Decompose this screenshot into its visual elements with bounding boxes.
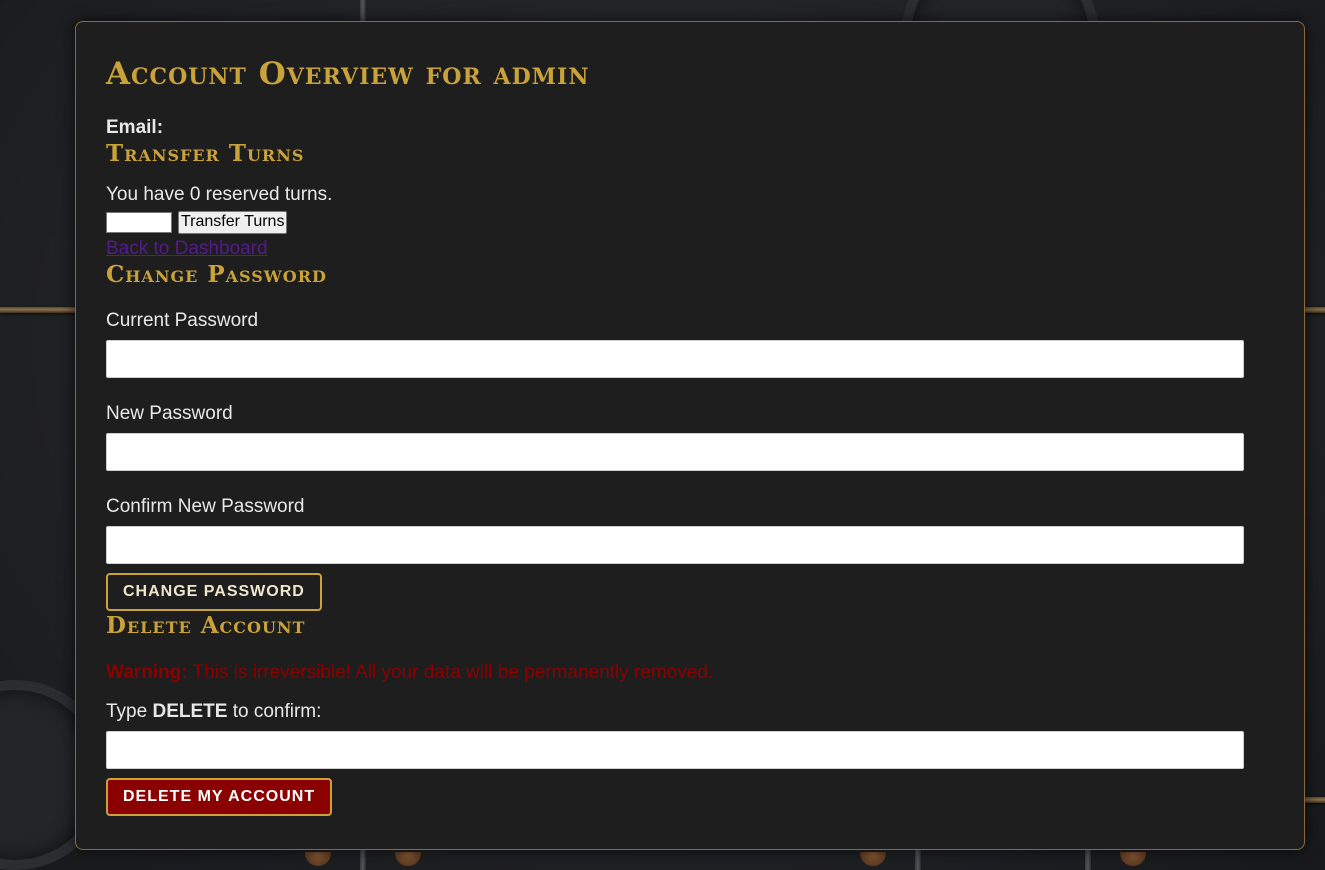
transfer-turns-button[interactable]: Transfer Turns — [178, 210, 288, 234]
confirm-prefix: Type — [106, 701, 153, 722]
background-rivet — [1120, 852, 1146, 866]
current-password-field[interactable] — [106, 340, 1244, 378]
delete-confirm-label: Type DELETE to confirm: — [106, 701, 1274, 723]
current-password-label: Current Password — [106, 310, 259, 331]
warning-text: This is irreversible! All your data will… — [187, 662, 714, 683]
confirm-keyword: DELETE — [152, 701, 228, 722]
delete-account-button[interactable]: Delete My Account — [106, 778, 333, 816]
new-password-field[interactable] — [106, 433, 1244, 471]
email-label: Email: — [106, 117, 164, 138]
background-rivet — [860, 852, 886, 866]
transfer-turns-form: Transfer Turns — [106, 209, 1274, 235]
background-rivet — [395, 852, 421, 866]
background-rivet — [305, 852, 331, 866]
delete-warning: Warning: This is irreversible! All your … — [106, 661, 1274, 685]
back-to-dashboard-link[interactable]: Back to Dashboard — [106, 238, 1274, 260]
account-panel: Account Overview for admin Email: Transf… — [75, 21, 1305, 850]
delete-account-heading: Delete Account — [106, 612, 306, 639]
confirm-password-field[interactable] — [106, 526, 1244, 564]
change-password-button[interactable]: Change Password — [106, 573, 322, 611]
reserved-turns-text: You have 0 reserved turns. — [106, 184, 333, 205]
change-password-heading: Change Password — [106, 261, 327, 288]
confirm-suffix: to confirm: — [227, 701, 322, 722]
confirm-password-label: Confirm New Password — [106, 496, 305, 517]
warning-prefix: Warning: — [106, 662, 188, 683]
transfer-turns-input[interactable] — [106, 211, 172, 233]
page-title: Account Overview for admin — [106, 56, 590, 92]
delete-confirm-field[interactable] — [106, 731, 1244, 769]
new-password-label: New Password — [106, 403, 233, 424]
transfer-turns-heading: Transfer Turns — [106, 140, 305, 167]
email-row: Email: — [106, 117, 1274, 139]
